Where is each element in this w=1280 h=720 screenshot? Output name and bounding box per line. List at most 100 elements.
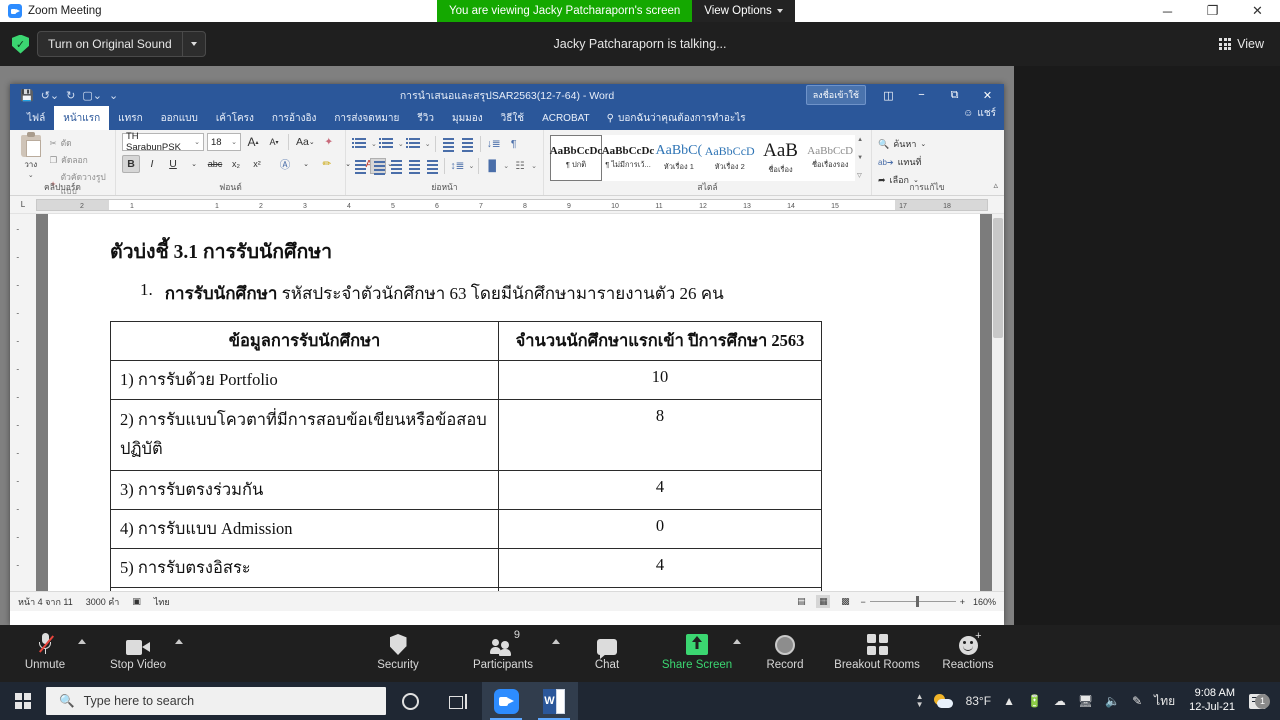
styles-scroll-controls[interactable]: ▲ ▼ ▽: [855, 135, 865, 181]
shading-icon[interactable]: █: [483, 157, 501, 175]
align-center-icon[interactable]: [369, 158, 386, 175]
language-indicator[interactable]: ไทย: [154, 595, 170, 609]
ribbon-display-options-icon[interactable]: ◫: [872, 84, 905, 106]
volume-icon[interactable]: 🔈: [1099, 694, 1126, 708]
show-hidden-icons-button[interactable]: ▲: [997, 694, 1021, 708]
scroll-up-icon[interactable]: ▲: [857, 137, 863, 143]
qat-more-icon[interactable]: ⌄: [109, 89, 118, 102]
tray-scroll-arrows[interactable]: ▲ ▼: [916, 693, 928, 709]
tell-me-box[interactable]: ⚲ บอกฉันว่าคุณต้องการทำอะไร: [599, 106, 746, 130]
audio-options-chevron-icon[interactable]: [78, 639, 86, 644]
word-restore-button[interactable]: ⧉: [938, 84, 971, 106]
minimize-button[interactable]: ─: [1145, 0, 1190, 22]
collapse-ribbon-icon[interactable]: ▵: [993, 180, 998, 191]
document-scrollbar[interactable]: [992, 214, 1004, 591]
redo-icon[interactable]: ↻: [66, 89, 75, 102]
input-language-indicator[interactable]: ไทย: [1148, 692, 1181, 711]
chevron-down-icon[interactable]: ⌄: [371, 140, 377, 148]
participants-button[interactable]: 9 Participants: [460, 629, 546, 671]
zoom-level[interactable]: 160%: [973, 597, 996, 607]
zoom-out-button[interactable]: −: [860, 597, 865, 607]
style-subtitle[interactable]: AaBbCcD ชื่อเรื่องรอง: [805, 135, 856, 181]
strikethrough-button[interactable]: abc: [206, 155, 224, 173]
view-layout-button[interactable]: View: [1219, 37, 1264, 51]
tab-review[interactable]: รีวิว: [408, 106, 443, 130]
ruler-bar[interactable]: 2 1 1 2 3 4 5 6 7 8 9 10 11 12 13 14 15: [36, 198, 988, 211]
share-button[interactable]: ☺ แชร์: [963, 106, 996, 121]
grow-font-button[interactable]: A ▴: [244, 133, 262, 151]
close-button[interactable]: ✕: [1235, 0, 1280, 22]
taskbar-search-input[interactable]: 🔍 Type here to search: [46, 687, 386, 715]
tab-acrobat[interactable]: ACROBAT: [533, 106, 599, 130]
start-button[interactable]: [0, 682, 46, 720]
battery-icon[interactable]: 🔋: [1021, 694, 1048, 708]
tab-stop-selector[interactable]: L: [10, 200, 36, 209]
page-indicator[interactable]: หน้า 4 จาก 11: [18, 595, 73, 609]
style-heading-2[interactable]: AaBbCcD หัวเรื่อง 2: [703, 135, 756, 181]
stop-video-button[interactable]: Stop Video: [95, 631, 181, 671]
underline-dropdown[interactable]: ⌄: [185, 155, 203, 173]
tab-mailings[interactable]: การส่งจดหมาย: [325, 106, 408, 130]
style-normal[interactable]: AaBbCcDc ¶ ปกติ: [550, 135, 602, 181]
chevron-down-icon[interactable]: ⌄: [531, 162, 537, 170]
video-options-chevron-icon[interactable]: [175, 639, 183, 644]
text-effects-icon[interactable]: Ⓐ: [276, 155, 294, 173]
tab-view[interactable]: มุมมอง: [443, 106, 492, 130]
zoom-slider[interactable]: − +: [860, 596, 965, 607]
maximize-button[interactable]: ❐: [1190, 0, 1235, 22]
weather-widget[interactable]: [928, 693, 960, 709]
find-button[interactable]: 🔍 ค้นหา ⌄: [878, 137, 976, 151]
reactions-button[interactable]: Reactions: [925, 630, 1011, 671]
tab-home[interactable]: หน้าแรก: [54, 106, 110, 130]
document-page[interactable]: ตัวบ่งชี้ 3.1 การรับนักศึกษา 1. การรับนั…: [48, 214, 980, 591]
chevron-down-icon[interactable]: ⌄: [398, 140, 404, 148]
clear-formatting-icon[interactable]: ✦: [320, 133, 338, 151]
superscript-button[interactable]: x²: [248, 155, 266, 173]
increase-indent-icon[interactable]: [459, 136, 476, 152]
touch-mode-icon[interactable]: ▢⌄: [82, 89, 102, 102]
text-effects-dropdown[interactable]: ⌄: [297, 155, 315, 173]
record-button[interactable]: Record: [742, 631, 828, 671]
view-options-button[interactable]: View Options: [692, 0, 795, 22]
tab-layout[interactable]: เค้าโครง: [207, 106, 263, 130]
zoom-thumb[interactable]: [915, 596, 919, 607]
proofing-icon[interactable]: ▣: [132, 596, 141, 607]
tab-design[interactable]: ออกแบบ: [152, 106, 207, 130]
subscript-button[interactable]: x₂: [227, 155, 245, 173]
action-center-button[interactable]: 1: [1243, 693, 1272, 709]
line-spacing-icon[interactable]: ↕≣: [448, 157, 466, 175]
share-screen-button[interactable]: Share Screen: [654, 631, 740, 671]
security-button[interactable]: Security: [355, 631, 441, 671]
undo-icon[interactable]: ↺⌄: [41, 89, 59, 102]
zoom-taskbar-button[interactable]: [482, 682, 530, 720]
chevron-down-icon[interactable]: ⌄: [425, 140, 431, 148]
horizontal-ruler[interactable]: L 2 1 1 2 3 4 5 6 7 8 9 10 11 12 13 14 1…: [10, 196, 1004, 214]
tab-help[interactable]: วิธีใช้: [492, 106, 533, 130]
breakout-rooms-button[interactable]: Breakout Rooms: [822, 631, 932, 671]
task-view-button[interactable]: [434, 682, 482, 720]
shrink-font-button[interactable]: A ▾: [265, 133, 283, 151]
tab-references[interactable]: การอ้างอิง: [263, 106, 325, 130]
save-icon[interactable]: 💾: [20, 89, 34, 102]
font-size-input[interactable]: 18 ⌄: [207, 133, 241, 151]
underline-button[interactable]: U: [164, 155, 182, 173]
word-taskbar-button[interactable]: W: [530, 682, 578, 720]
copy-button[interactable]: ❐ คัดลอก: [50, 153, 109, 167]
word-count[interactable]: 3000 คำ: [86, 595, 120, 609]
distribute-icon[interactable]: [424, 158, 440, 174]
scroll-down-icon[interactable]: ▼: [857, 155, 863, 161]
borders-icon[interactable]: ☷: [511, 157, 529, 175]
participants-chevron-icon[interactable]: [552, 639, 560, 644]
tab-insert[interactable]: แทรก: [109, 106, 151, 130]
show-formatting-marks-icon[interactable]: ¶: [505, 135, 523, 153]
temperature-label[interactable]: 83°F: [960, 694, 997, 708]
clock[interactable]: 9:08 AM 12-Jul-21: [1181, 687, 1243, 715]
style-title[interactable]: AaB ชื่อเรื่อง: [755, 135, 806, 181]
word-minimize-button[interactable]: −: [905, 84, 938, 106]
decrease-indent-icon[interactable]: [440, 136, 457, 152]
styles-more-icon[interactable]: ▽: [857, 173, 863, 179]
read-mode-icon[interactable]: ▤: [794, 595, 808, 608]
replace-button[interactable]: ab➔ แทนที่: [878, 155, 976, 169]
zoom-in-button[interactable]: +: [960, 597, 965, 607]
web-layout-icon[interactable]: ▩: [838, 595, 852, 608]
